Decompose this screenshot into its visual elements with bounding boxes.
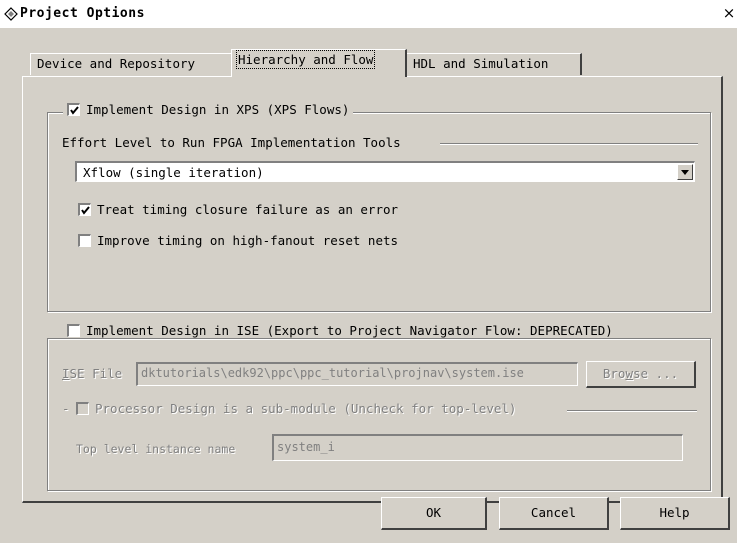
- implement-xps-label: Implement Design in XPS (XPS Flows): [86, 102, 350, 117]
- effort-level-separator: [440, 143, 698, 145]
- checkmark-icon: [70, 106, 79, 115]
- treat-timing-label: Treat timing closure failure as an error: [97, 202, 399, 217]
- window-title: Project Options: [20, 6, 145, 21]
- browse-label-pre: Bro: [602, 366, 626, 381]
- tab-label: HDL and Simulation: [413, 56, 549, 71]
- ise-file-label-accel: I: [62, 366, 70, 381]
- ise-file-label: ISE File: [62, 366, 122, 381]
- submodule-option: Processor Design is a sub-module (Unchec…: [76, 401, 516, 416]
- ok-button[interactable]: OK: [381, 497, 487, 530]
- tab-label: Hierarchy and Flow: [235, 50, 376, 69]
- browse-label-post: se ...: [632, 366, 679, 381]
- checkmark-icon: [81, 206, 90, 215]
- ise-group-legend[interactable]: Implement Design in ISE (Export to Proje…: [63, 323, 617, 338]
- chevron-down-icon[interactable]: [677, 164, 693, 180]
- top-level-field: system_i: [272, 434, 683, 461]
- submodule-checkbox: [76, 402, 89, 415]
- tab-label: Device and Repository: [37, 56, 196, 71]
- tab-hierarchy-and-flow[interactable]: Hierarchy and Flow: [231, 49, 407, 77]
- implement-ise-checkbox[interactable]: [67, 324, 80, 337]
- ise-file-field: dktutorials\edk92\ppc\ppc_tutorial\projn…: [136, 362, 578, 386]
- xps-group-legend[interactable]: Implement Design in XPS (XPS Flows): [63, 102, 354, 117]
- effort-level-value: Xflow (single iteration): [83, 165, 264, 180]
- ise-file-label-rest: SE File: [69, 366, 123, 381]
- improve-timing-label: Improve timing on high-fanout reset nets: [97, 233, 399, 248]
- title-bar[interactable]: Project Options ×: [0, 0, 737, 28]
- treat-timing-checkbox[interactable]: [78, 203, 91, 216]
- close-button[interactable]: ×: [721, 4, 737, 22]
- diamond-app-icon: [4, 7, 18, 21]
- improve-timing-option[interactable]: Improve timing on high-fanout reset nets: [78, 233, 398, 248]
- improve-timing-checkbox[interactable]: [78, 234, 91, 247]
- project-options-dialog: Project Options × Device and Repository …: [0, 0, 737, 543]
- submodule-label: Processor Design is a sub-module (Unchec…: [95, 401, 517, 416]
- effort-level-label: Effort Level to Run FPGA Implementation …: [62, 135, 401, 150]
- dialog-client: Device and Repository Hierarchy and Flow…: [0, 28, 737, 543]
- browse-button: Browse ...: [586, 361, 696, 388]
- tab-device-and-repository[interactable]: Device and Repository: [30, 53, 235, 75]
- cancel-button[interactable]: Cancel: [499, 497, 609, 530]
- effort-level-select[interactable]: Xflow (single iteration): [75, 161, 695, 182]
- implement-ise-label: Implement Design in ISE (Export to Proje…: [86, 323, 613, 338]
- help-button[interactable]: Help: [620, 497, 730, 530]
- tab-hdl-and-simulation[interactable]: HDL and Simulation: [406, 53, 582, 75]
- submodule-separator: [567, 410, 697, 412]
- treat-timing-option[interactable]: Treat timing closure failure as an error: [78, 202, 398, 217]
- implement-xps-checkbox[interactable]: [67, 103, 80, 116]
- browse-label-accel: w: [625, 366, 633, 381]
- submodule-prefix: -: [62, 401, 70, 416]
- top-level-label: Top level instance name: [76, 442, 236, 456]
